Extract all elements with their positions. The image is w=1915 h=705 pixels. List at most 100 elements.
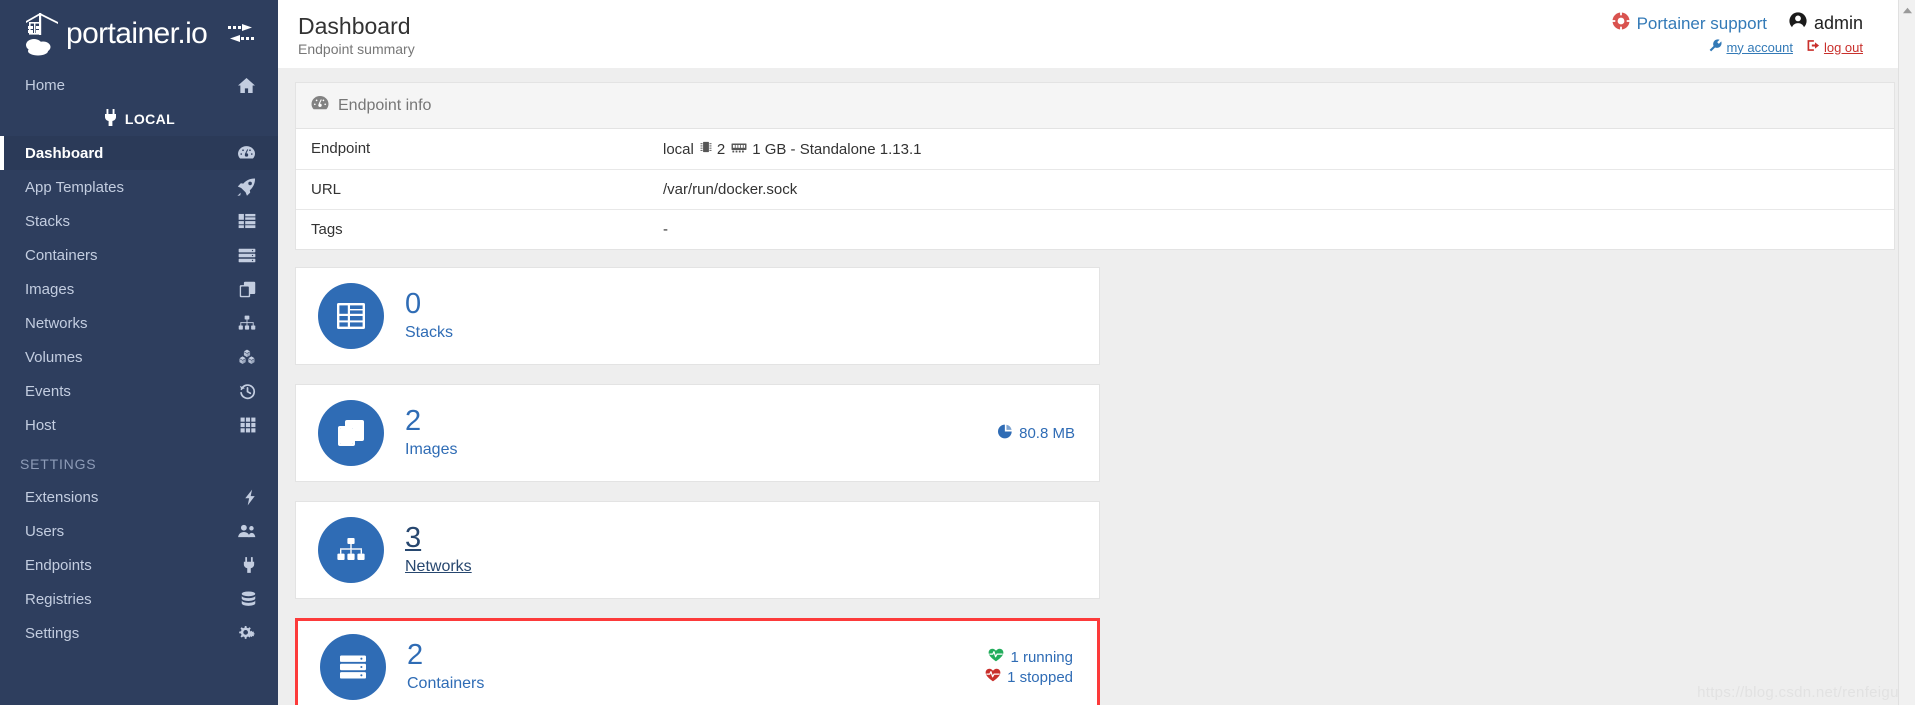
card-count: 0 <box>405 288 422 320</box>
images-size-badge: 80.8 MB <box>998 424 1075 443</box>
life-ring-icon <box>1611 12 1630 35</box>
row-key: URL <box>311 181 342 198</box>
card-label: Stacks <box>405 324 454 341</box>
sidebar-item-label: Settings <box>25 624 80 642</box>
my-account-link[interactable]: my account <box>1709 39 1793 55</box>
sidebar-item-label: Networks <box>25 314 88 332</box>
cpu-count: 2 <box>716 140 726 158</box>
table-row: Tags - <box>296 210 1894 249</box>
history-icon <box>234 381 256 401</box>
sidebar-nav-main: Dashboard App Templates Stacks Containers Im… <box>0 136 278 442</box>
cards-column-left: 0 Stacks 2 Images 80.8 MB 3 Networks <box>295 267 1100 618</box>
heartbeat-red-icon <box>985 668 1001 686</box>
th-grid-icon <box>234 415 256 435</box>
row-value: /var/run/docker.sock <box>663 181 798 198</box>
sidebar-item-registries[interactable]: Registries <box>0 582 278 616</box>
sidebar-item-label: Volumes <box>25 348 83 366</box>
log-out-label: log out <box>1823 39 1863 55</box>
user-chip[interactable]: admin <box>1789 12 1863 35</box>
sidebar-item-settings[interactable]: Settings <box>0 616 278 650</box>
sitemap-icon <box>234 313 256 333</box>
sidebar-item-events[interactable]: Events <box>0 374 278 408</box>
scroll-up-arrow-icon[interactable] <box>1899 2 1915 18</box>
sidebar-toggle-icon[interactable] <box>226 22 256 46</box>
portainer-support-link[interactable]: Portainer support <box>1611 12 1767 35</box>
table-row: Endpoint local 2 1 GB - Standalone 1.13.… <box>296 129 1894 170</box>
brand-name: portainer.io <box>66 17 208 50</box>
wrench-icon <box>1709 39 1723 55</box>
sidebar-item-endpoints[interactable]: Endpoints <box>0 548 278 582</box>
portainer-crane-logo-icon <box>20 8 64 60</box>
log-out-link[interactable]: log out <box>1807 39 1863 55</box>
card-body: 2 Containers <box>407 639 484 695</box>
clone-icon <box>318 400 384 466</box>
row-key: Tags <box>311 221 343 238</box>
server-stack-icon <box>320 634 386 700</box>
card-body: 0 Stacks <box>405 288 453 344</box>
containers-running-text: 1 running <box>1010 648 1073 666</box>
sidebar-item-containers[interactable]: Containers <box>0 238 278 272</box>
cpu-chip: 2 <box>700 140 725 158</box>
sidebar: portainer.io Home LOCAL Dashboard App Te… <box>0 0 278 705</box>
endpoint-info-panel-title: Endpoint info <box>338 96 432 114</box>
card-networks[interactable]: 3 Networks <box>295 501 1100 599</box>
sidebar-item-users[interactable]: Users <box>0 514 278 548</box>
user-name: admin <box>1813 13 1863 33</box>
sidebar-item-networks[interactable]: Networks <box>0 306 278 340</box>
bolt-icon <box>234 487 256 507</box>
sidebar-item-label: Endpoints <box>25 556 92 574</box>
sidebar-item-host[interactable]: Host <box>0 408 278 442</box>
sitemap-icon <box>318 517 384 583</box>
card-body: 2 Images <box>405 405 457 461</box>
card-count: 3 <box>405 522 422 554</box>
heartbeat-green-icon <box>988 648 1004 666</box>
row-value: local 2 1 GB - Standalone 1.13.1 <box>663 140 1879 158</box>
sidebar-item-images[interactable]: Images <box>0 272 278 306</box>
card-label: Networks <box>405 558 472 575</box>
memory-chip: 1 GB - Standalone 1.13.1 <box>731 141 922 158</box>
sidebar-item-dashboard[interactable]: Dashboard <box>0 136 278 170</box>
content-area: Dashboard Endpoint summary Portainer sup… <box>278 0 1915 705</box>
vertical-scrollbar[interactable] <box>1898 0 1915 705</box>
row-value: - <box>663 221 668 238</box>
sidebar-item-stacks[interactable]: Stacks <box>0 204 278 238</box>
main-content: Endpoint info Endpoint local 2 1 GB - St… <box>278 68 1915 705</box>
card-body: 3 Networks <box>405 522 472 578</box>
sidebar-item-label: Home <box>25 76 66 94</box>
table-row: URL /var/run/docker.sock <box>296 170 1894 210</box>
users-icon <box>234 521 256 541</box>
clone-icon <box>234 279 256 299</box>
sidebar-item-label: Host <box>25 416 56 434</box>
sidebar-item-app-templates[interactable]: App Templates <box>0 170 278 204</box>
card-images[interactable]: 2 Images 80.8 MB <box>295 384 1100 482</box>
sidebar-item-volumes[interactable]: Volumes <box>0 340 278 374</box>
sidebar-logo[interactable]: portainer.io <box>0 0 278 68</box>
containers-stopped-text: 1 stopped <box>1007 668 1073 686</box>
containers-stopped-badge: 1 stopped <box>985 668 1073 686</box>
sidebar-section-settings-title: SETTINGS <box>20 456 97 472</box>
sidebar-item-label: Containers <box>25 246 98 264</box>
sidebar-item-label: Images <box>25 280 75 298</box>
card-label: Containers <box>407 675 485 692</box>
sidebar-item-extensions[interactable]: Extensions <box>0 480 278 514</box>
endpoint-info-panel-header: Endpoint info <box>296 83 1894 129</box>
sidebar-item-label: Dashboard <box>25 144 104 162</box>
sidebar-item-label: Events <box>25 382 71 400</box>
pie-chart-icon <box>998 424 1013 443</box>
card-label: Images <box>405 441 458 458</box>
sidebar-nav-settings: Extensions Users Endpoints Registries Settin… <box>0 480 278 650</box>
card-aside: 80.8 MB <box>998 424 1075 443</box>
server-icon <box>234 245 256 265</box>
list-icon <box>234 211 256 231</box>
home-icon <box>234 75 256 95</box>
sidebar-endpoint-banner: LOCAL <box>0 102 278 136</box>
endpoint-info-panel: Endpoint info Endpoint local 2 1 GB - St… <box>295 82 1895 250</box>
card-aside: 1 running 1 stopped <box>985 648 1073 686</box>
topbar-user-controls: Portainer support admin my account log o… <box>1611 12 1863 55</box>
card-containers[interactable]: 2 Containers 1 running 1 stopped <box>295 618 1100 705</box>
rocket-icon <box>234 177 256 197</box>
memory-icon <box>731 141 747 158</box>
card-stacks[interactable]: 0 Stacks <box>295 267 1100 365</box>
sidebar-item-home[interactable]: Home <box>0 68 278 102</box>
cards-column-right: 2 Containers 1 running 1 stopped <box>295 618 1100 705</box>
